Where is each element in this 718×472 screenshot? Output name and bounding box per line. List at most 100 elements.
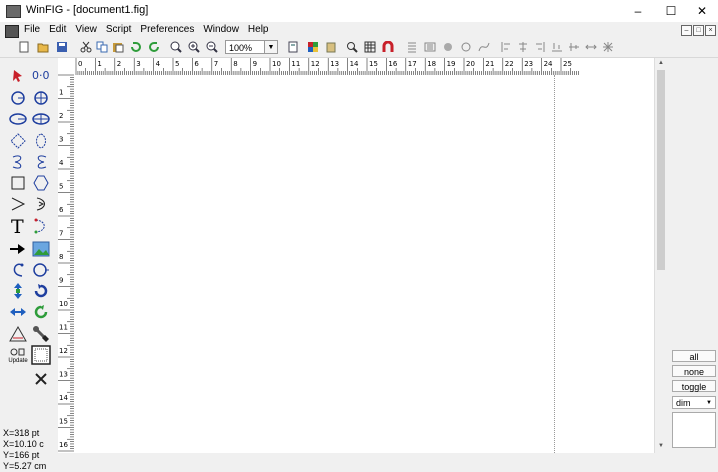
spline-icon[interactable]	[478, 41, 490, 53]
distribute-icon[interactable]	[424, 41, 436, 53]
menu-window[interactable]: Window	[203, 24, 239, 35]
update-icon[interactable]: Update	[5, 344, 31, 368]
ruler-label: 9	[253, 60, 257, 68]
ungroup-icon[interactable]	[460, 41, 472, 53]
copy-icon[interactable]	[96, 41, 108, 53]
zoom-in-icon[interactable]	[188, 41, 200, 53]
interpolated-spline-icon[interactable]	[30, 130, 52, 152]
depth-toggle-button[interactable]: toggle	[672, 380, 716, 392]
menu-help[interactable]: Help	[248, 24, 269, 35]
grid-icon[interactable]	[364, 41, 376, 53]
move-vertical-icon[interactable]	[7, 280, 29, 302]
flip-icon[interactable]	[585, 41, 597, 53]
zoom-dropdown-arrow[interactable]: ▼	[265, 40, 278, 54]
align-middle-icon[interactable]	[568, 41, 580, 53]
magnet-icon[interactable]	[382, 41, 394, 53]
ruler-label: 15	[369, 60, 378, 68]
scroll-down-icon[interactable]: ▼	[655, 441, 667, 451]
chevron-down-icon: ▼	[706, 400, 712, 406]
ellipse-diameter-icon[interactable]	[30, 108, 52, 130]
scroll-up-icon[interactable]: ▲	[655, 58, 667, 68]
maximize-button[interactable]: ☐	[655, 0, 687, 22]
ruler-label: 8	[59, 253, 63, 261]
color-palette-icon[interactable]	[307, 41, 319, 53]
circle-arrow-icon[interactable]	[30, 259, 52, 281]
minimize-button[interactable]: –	[622, 0, 654, 22]
depth-none-button[interactable]: none	[672, 365, 716, 377]
ruler-label: 10	[272, 60, 281, 68]
arrow-line-icon[interactable]	[7, 238, 29, 260]
menu-file[interactable]: File	[24, 24, 40, 35]
cut-icon[interactable]	[80, 41, 92, 53]
ruler-label: 12	[59, 347, 68, 355]
drawing-canvas[interactable]	[74, 75, 654, 453]
rectangle-icon[interactable]	[7, 172, 29, 194]
mdi-restore-button[interactable]: □	[693, 25, 704, 36]
undo-icon[interactable]	[130, 41, 142, 53]
closed-bezier-icon[interactable]	[7, 151, 29, 173]
redo-icon[interactable]	[148, 41, 160, 53]
vertical-ruler: 1 2 3 4 5 6 7 8 9 10 11 12 13 14 15 16	[58, 58, 75, 453]
paste-icon[interactable]	[112, 41, 124, 53]
open-folder-icon[interactable]	[37, 41, 49, 53]
rotate-cw-icon[interactable]	[30, 280, 52, 302]
closed-spline-icon[interactable]	[7, 130, 29, 152]
circle-radius-icon[interactable]	[7, 87, 29, 109]
align-bottom-icon[interactable]	[551, 41, 563, 53]
menu-edit[interactable]: Edit	[49, 24, 66, 35]
vertical-scrollbar[interactable]: ▲ ▼	[654, 58, 667, 453]
document-icon[interactable]	[5, 25, 19, 38]
zoom-fit-icon[interactable]	[170, 41, 182, 53]
arc-icon[interactable]	[30, 193, 52, 215]
new-file-icon[interactable]	[18, 41, 30, 53]
menu-view[interactable]: View	[75, 24, 97, 35]
align-objects-icon[interactable]	[7, 323, 29, 345]
align-right-icon[interactable]	[534, 41, 546, 53]
select-arrow-icon[interactable]	[7, 64, 29, 86]
depth-all-button[interactable]: all	[672, 350, 716, 362]
align-icon[interactable]	[406, 41, 418, 53]
page-icon[interactable]	[287, 41, 299, 53]
polygon-icon[interactable]	[30, 172, 52, 194]
edit-attributes-icon[interactable]	[30, 344, 52, 366]
depth-list[interactable]	[672, 412, 716, 448]
ruler-label: 11	[291, 60, 300, 68]
align-left-icon[interactable]	[500, 41, 512, 53]
group-icon[interactable]	[442, 41, 454, 53]
find-icon[interactable]	[346, 41, 358, 53]
ellipse-radius-icon[interactable]	[7, 108, 29, 130]
open-bezier-icon[interactable]	[30, 151, 52, 173]
depth-dim-select[interactable]: dim ▼	[672, 396, 716, 409]
coord-x-cm: X=10.10 c	[3, 439, 44, 449]
ruler-label: 8	[233, 60, 237, 68]
mdi-close-button[interactable]: ×	[705, 25, 716, 36]
zoom-level-input[interactable]: 100%	[225, 40, 265, 54]
ruler-label: 5	[175, 60, 179, 68]
rotate-icon[interactable]	[602, 41, 614, 53]
circle-diameter-icon[interactable]	[30, 87, 52, 109]
move-horizontal-icon[interactable]	[7, 301, 29, 323]
ruler-label: 1	[59, 89, 63, 97]
menu-preferences[interactable]: Preferences	[140, 24, 194, 35]
point-mode-icon[interactable]: 0·0	[30, 64, 52, 86]
svg-text:T: T	[11, 216, 24, 236]
rotate-ccw-icon[interactable]	[30, 301, 52, 323]
ruler-label: 10	[59, 300, 68, 308]
zoom-out-icon[interactable]	[206, 41, 218, 53]
layer-icon[interactable]	[325, 41, 337, 53]
text-tool-icon[interactable]: T	[7, 215, 29, 237]
menu-script[interactable]: Script	[106, 24, 132, 35]
close-button[interactable]: ✕	[686, 0, 718, 22]
edit-wrench-icon[interactable]	[30, 323, 52, 345]
picture-icon[interactable]	[30, 238, 52, 260]
polyline-icon[interactable]	[7, 193, 29, 215]
ruler-label: 2	[117, 60, 121, 68]
scrollbar-thumb[interactable]	[657, 70, 665, 270]
mdi-minimize-button[interactable]: –	[681, 25, 692, 36]
align-center-icon[interactable]	[517, 41, 529, 53]
circle-3point-icon[interactable]	[7, 259, 29, 281]
save-icon[interactable]	[56, 41, 68, 53]
delete-icon[interactable]	[30, 368, 52, 390]
arc-points-icon[interactable]	[30, 215, 52, 237]
depth-panel: all none toggle dim ▼	[667, 58, 718, 453]
